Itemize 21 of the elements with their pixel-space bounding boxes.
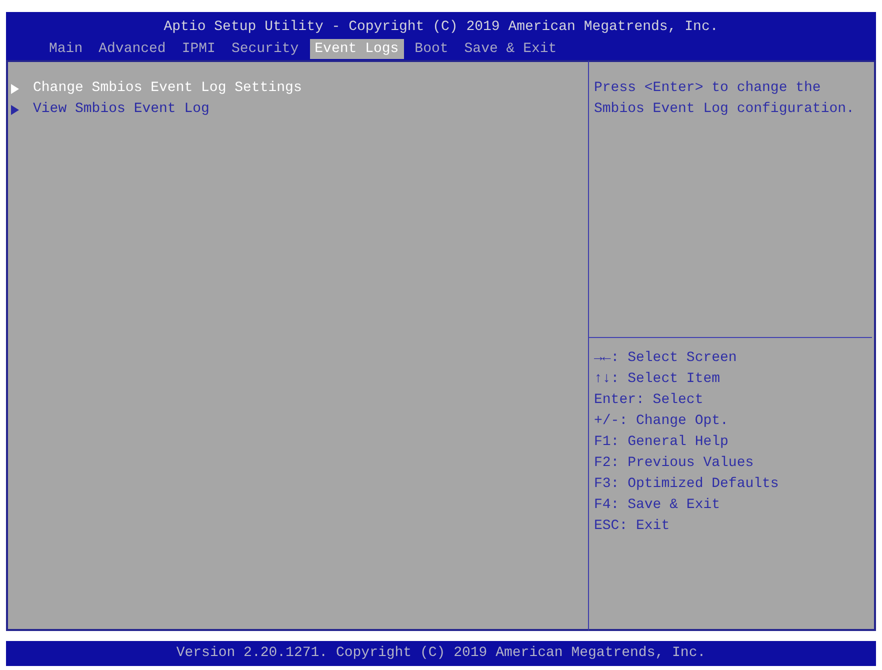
key-hint: F3: Optimized Defaults — [594, 475, 779, 494]
tab[interactable]: Boot — [410, 38, 454, 58]
key-hint: F2: Previous Values — [594, 454, 754, 473]
tab[interactable]: Security — [226, 38, 304, 58]
window-title: Aptio Setup Utility - Copyright (C) 2019 American Megatrends, Inc. — [164, 18, 718, 37]
key-hint: ↑↓: Select Item — [594, 370, 720, 389]
tab[interactable]: Advanced — [94, 38, 171, 58]
triangle-icon — [11, 104, 19, 114]
status-bar: Version 2.20.1271. Copyright (C) 2019 American Megatrends, Inc. — [6, 641, 876, 666]
key-hint: ESC: Exit — [594, 517, 670, 536]
tab[interactable]: Main — [44, 38, 88, 58]
key-hint: +/-: Change Opt. — [594, 412, 728, 431]
tab[interactable]: Save & Exit — [459, 38, 562, 58]
key-hint: F1: General Help — [594, 433, 728, 452]
key-hint: →←: Select Screen — [594, 349, 737, 368]
tab[interactable]: IPMI — [176, 38, 220, 58]
key-hint: F4: Save & Exit — [594, 496, 720, 515]
help-text: Press <Enter> to change the Smbios Event Log configuration. — [594, 79, 856, 119]
key-hint: Enter: Select — [594, 391, 704, 410]
triangle-icon — [11, 84, 19, 94]
menu-item[interactable]: View Smbios Event Log — [10, 99, 214, 120]
